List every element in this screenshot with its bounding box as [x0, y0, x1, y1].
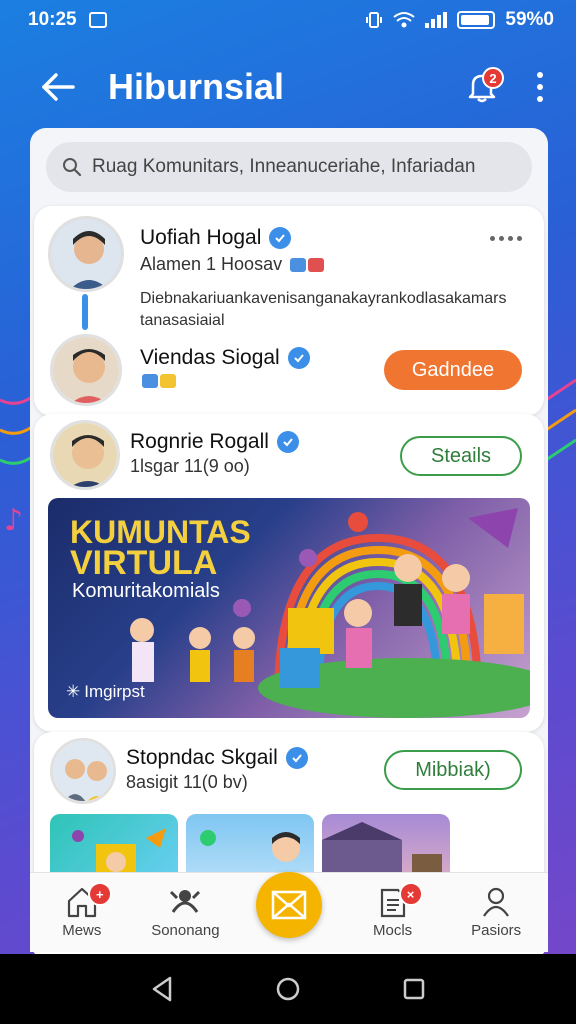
author-name: Uofiah Hogal [140, 226, 262, 249]
message-button[interactable]: Mibbiak) [384, 750, 522, 790]
home-circle-icon[interactable] [275, 976, 301, 1002]
nav-item-center[interactable] [241, 871, 337, 938]
nav-item-community[interactable]: Sononang [137, 886, 233, 939]
status-time: 10:25 [28, 9, 77, 30]
gift-icon [142, 374, 176, 388]
nav-label: Mocls [372, 922, 413, 939]
details-button[interactable]: Steails [400, 436, 522, 476]
feed-sheet: Ruag Komunitars, Inneanuceriahe, Infaria… [30, 128, 548, 958]
nav-label: Mews [62, 922, 102, 939]
back-arrow-icon[interactable] [38, 67, 78, 107]
post-card[interactable]: Rognrie Rogall 1lsgar 11(9 oo) Steails K… [34, 414, 544, 732]
nav-item-news[interactable]: + Mews [34, 882, 130, 939]
author-name: Viendas Siogal [140, 346, 280, 369]
avatar[interactable] [50, 420, 120, 490]
avatar[interactable] [50, 334, 122, 406]
search-icon [63, 158, 82, 177]
svg-text:♪: ♪ [4, 503, 23, 538]
gift-icon [290, 257, 325, 272]
page-title: Hiburnsial [108, 66, 285, 107]
decorative-stripes [546, 378, 576, 462]
join-button[interactable]: Gadndee [384, 350, 522, 390]
author-name: Rognrie Rogall [130, 430, 269, 453]
nav-badge: × [398, 882, 423, 906]
app-bar: Hiburnsial 2 [0, 52, 576, 122]
person-icon [483, 887, 510, 917]
verified-icon [276, 431, 299, 453]
post-subtitle: 1lsgar 11(9 oo) [130, 456, 250, 476]
verified-icon [287, 347, 310, 369]
post-description: Diebnakariuankavenisanganakayrankodlasak… [140, 290, 507, 329]
nav-label: Sononang [151, 922, 220, 939]
sparkle-icon: ✳ [66, 682, 81, 701]
back-triangle-icon[interactable] [150, 976, 174, 1002]
banner-title: VIRTULA [70, 544, 218, 582]
recents-square-icon[interactable] [402, 977, 426, 1001]
banner-tag-text: Imgirpst [84, 682, 145, 701]
post-banner-image[interactable]: KUMUNTAS VIRTULA Komuritakomials ✳ Imgir… [48, 498, 530, 718]
vibrate-icon [366, 12, 383, 28]
more-dots-icon[interactable] [490, 236, 522, 241]
system-nav-bar [0, 954, 576, 1024]
avatar[interactable] [48, 216, 124, 292]
post-card[interactable]: Uofiah Hogal Alamen 1 Hoosav Diebnakariu… [34, 206, 544, 416]
nav-label: Pasiors [471, 922, 522, 939]
thread-line [82, 294, 88, 330]
nav-item-profile[interactable]: Pasiors [448, 886, 544, 939]
wifi-icon [393, 12, 416, 28]
nav-badge: + [87, 882, 112, 906]
search-text: Ruag Komunitars, Inneanuceriahe, Infaria… [92, 156, 476, 177]
signal-icon [425, 12, 448, 28]
verified-icon [285, 747, 308, 769]
verified-icon [269, 227, 292, 249]
avatar[interactable] [50, 738, 116, 804]
search-bar[interactable]: Ruag Komunitars, Inneanuceriahe, Infaria… [46, 142, 532, 192]
battery-level: 59%0 [505, 9, 554, 30]
nav-item-mocls[interactable]: × Mocls [345, 882, 441, 939]
more-options-icon[interactable] [530, 72, 550, 102]
mail-icon[interactable] [255, 871, 322, 938]
battery-icon [457, 11, 496, 29]
post-subtitle: 8asigit 11(0 bv) [126, 772, 248, 792]
post-subtitle: Alamen 1 Hoosav [140, 254, 283, 274]
status-bar: 10:25 59%0 [0, 0, 576, 40]
notifications-button[interactable]: 2 [460, 65, 504, 109]
community-icon [170, 890, 201, 913]
author-name: Stopndac Skgail [126, 746, 278, 769]
notification-badge: 2 [482, 67, 504, 89]
banner-subtitle: Komuritakomials [72, 580, 220, 602]
bottom-nav: + Mews Sononang × Mocls Pasiors [30, 871, 548, 952]
notification-status-icon [88, 12, 107, 28]
